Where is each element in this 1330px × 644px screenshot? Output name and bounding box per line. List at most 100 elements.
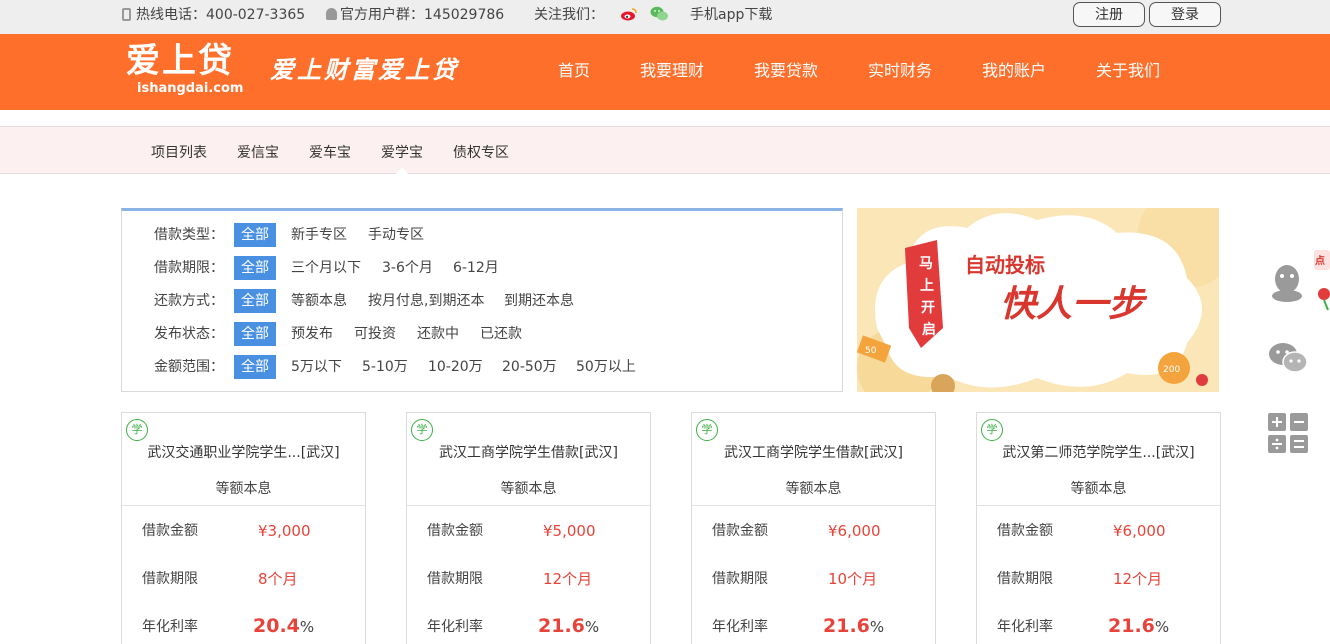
top-bar: 热线电话：400-027-3365 官方用户群：145029786 关注我们： … (0, 0, 1330, 34)
rate-value: 21.6% (823, 615, 884, 638)
filter-option-all[interactable]: 全部 (234, 355, 276, 379)
filter-option[interactable]: 10-20万 (428, 355, 483, 379)
filter-label: 金额范围： (154, 359, 224, 375)
filter-option-all[interactable]: 全部 (234, 223, 276, 247)
promo-flower-icon[interactable]: 点 (1312, 248, 1330, 312)
filter-label: 还款方式： (154, 293, 224, 309)
filter-option[interactable]: 20-50万 (502, 355, 557, 379)
card-title[interactable]: 武汉交通职业学院学生...[武汉] (122, 443, 365, 463)
nav-finance[interactable]: 实时财务 (868, 60, 932, 82)
subnav-aichebao[interactable]: 爱车宝 (309, 143, 351, 163)
nav-loan[interactable]: 我要贷款 (754, 60, 818, 82)
term-value: 12个月 (1113, 570, 1163, 588)
hotline-text: 热线电话：400-027-3365 (136, 7, 306, 23)
subnav-project-list[interactable]: 项目列表 (151, 143, 207, 163)
qq-icon[interactable] (1270, 263, 1304, 303)
filter-option[interactable]: 手动专区 (368, 223, 424, 247)
amount-label: 借款金额 (142, 523, 198, 539)
banner-line1: 自动投标 (965, 253, 1045, 277)
filter-option[interactable]: 新手专区 (291, 223, 347, 247)
register-button[interactable]: 注册 (1073, 2, 1145, 27)
filter-option[interactable]: 到期还本息 (504, 289, 574, 313)
auto-bid-banner[interactable]: 马 上 开 启 自动投标 快人一步 50 200 (857, 208, 1219, 392)
nav-about[interactable]: 关于我们 (1096, 60, 1160, 82)
student-badge: 学 (696, 419, 718, 441)
logo[interactable]: 爱上贷 (126, 42, 234, 80)
card-divider (692, 505, 935, 506)
rate-unit: % (584, 618, 600, 636)
subnav-aixuebao[interactable]: 爱学宝 (381, 143, 423, 163)
calculator-icon[interactable] (1268, 413, 1308, 453)
card-title[interactable]: 武汉第二师范学院学生...[武汉] (977, 443, 1220, 463)
hotline: 热线电话：400-027-3365 (122, 0, 305, 30)
rate-unit: % (299, 618, 315, 636)
filter-option[interactable]: 5万以下 (291, 355, 342, 379)
banner-ribbon-char: 开 (921, 300, 935, 316)
filter-option-all[interactable]: 全部 (234, 289, 276, 313)
card-divider (122, 505, 365, 506)
weibo-icon[interactable] (620, 7, 638, 21)
rate-label: 年化利率 (427, 619, 483, 635)
term-label: 借款期限 (712, 571, 768, 587)
filter-option[interactable]: 预发布 (291, 322, 333, 346)
filter-option[interactable]: 按月付息,到期还本 (368, 289, 484, 313)
repayment-method: 等额本息 (215, 481, 272, 497)
filter-row-amount: 金额范围： 全部 5万以下 5-10万 10-20万 20-50万 50万以上 (122, 355, 842, 379)
rate-label: 年化利率 (997, 619, 1053, 635)
app-download-link[interactable]: 手机app下载 (690, 0, 772, 30)
rate-value: 20.4% (253, 615, 314, 638)
filter-label: 借款期限： (154, 260, 224, 276)
filter-option[interactable]: 6-12月 (453, 256, 499, 280)
rate-unit: % (869, 618, 885, 636)
filter-panel: 借款类型： 全部 新手专区 手动专区 借款期限： 全部 三个月以下 3-6个月 … (121, 208, 843, 392)
amount-value: ¥3,000 (258, 522, 311, 540)
filter-option-all[interactable]: 全部 (234, 322, 276, 346)
user-group-icon (326, 8, 337, 20)
nav-home[interactable]: 首页 (558, 60, 590, 82)
slogan: 爱上财富爱上贷 (270, 55, 459, 84)
wechat-icon[interactable] (1268, 341, 1308, 375)
subnav-aixinbao[interactable]: 爱信宝 (237, 143, 279, 163)
login-button[interactable]: 登录 (1149, 2, 1221, 27)
rate-number: 21.6 (823, 615, 870, 637)
filter-option[interactable]: 三个月以下 (291, 256, 361, 280)
filter-option[interactable]: 等额本息 (291, 289, 347, 313)
term-label: 借款期限 (427, 571, 483, 587)
filter-option[interactable]: 50万以上 (576, 355, 636, 379)
filter-option[interactable]: 5-10万 (362, 355, 408, 379)
student-badge: 学 (411, 419, 433, 441)
card-divider (407, 505, 650, 506)
term-label: 借款期限 (997, 571, 1053, 587)
rate-value: 21.6% (1108, 615, 1169, 638)
rate-number: 21.6 (538, 615, 585, 637)
loan-card[interactable]: 学 武汉交通职业学院学生...[武汉] 等额本息 借款金额 ¥3,000 借款期… (121, 412, 366, 644)
repayment-method: 等额本息 (500, 481, 557, 497)
wechat-icon[interactable] (650, 6, 669, 22)
filter-row-type: 借款类型： 全部 新手专区 手动专区 (122, 223, 842, 247)
nav-account[interactable]: 我的账户 (982, 60, 1046, 82)
amount-label: 借款金额 (997, 523, 1053, 539)
filter-option[interactable]: 可投资 (354, 322, 396, 346)
filter-option-all[interactable]: 全部 (234, 256, 276, 280)
filter-option[interactable]: 3-6个月 (382, 256, 433, 280)
promo-text: 点 (1315, 254, 1325, 267)
amount-value: ¥6,000 (1113, 522, 1166, 540)
filter-option[interactable]: 已还款 (480, 322, 522, 346)
banner-ribbon-char: 启 (922, 321, 936, 338)
phone-icon (122, 8, 131, 21)
banner-coin-label: 50 (865, 346, 877, 356)
amount-label: 借款金额 (427, 523, 483, 539)
term-value: 8个月 (258, 570, 298, 588)
subnav-debt-zone[interactable]: 债权专区 (453, 143, 509, 163)
loan-card[interactable]: 学 武汉工商学院学生借款[武汉] 等额本息 借款金额 ¥6,000 借款期限 1… (691, 412, 936, 644)
main-header: 爱上贷 ishangdai.com 爱上财富爱上贷 首页 我要理财 我要贷款 实… (0, 34, 1330, 110)
rate-unit: % (1154, 618, 1170, 636)
loan-card[interactable]: 学 武汉第二师范学院学生...[武汉] 等额本息 借款金额 ¥6,000 借款期… (976, 412, 1221, 644)
card-title[interactable]: 武汉工商学院学生借款[武汉] (692, 443, 935, 463)
card-title[interactable]: 武汉工商学院学生借款[武汉] (407, 443, 650, 463)
follow-label: 关注我们： (534, 7, 604, 23)
filter-option[interactable]: 还款中 (417, 322, 459, 346)
filter-row-repayment: 还款方式： 全部 等额本息 按月付息,到期还本 到期还本息 (122, 289, 842, 313)
loan-card[interactable]: 学 武汉工商学院学生借款[武汉] 等额本息 借款金额 ¥5,000 借款期限 1… (406, 412, 651, 644)
nav-invest[interactable]: 我要理财 (640, 60, 704, 82)
